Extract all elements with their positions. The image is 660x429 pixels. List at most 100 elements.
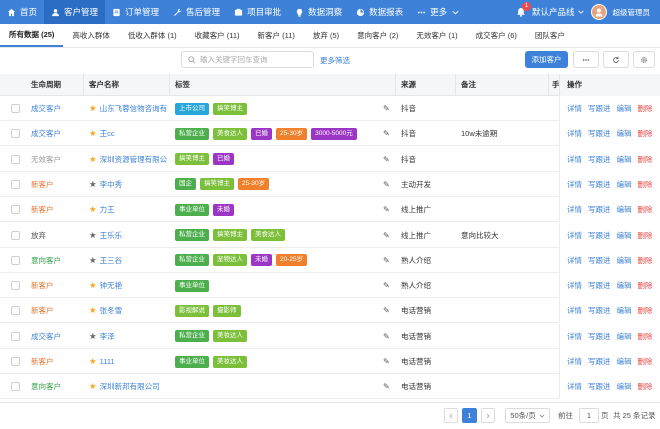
detail-link[interactable]: 详情 [567, 154, 582, 165]
notification-button[interactable]: 1 [516, 2, 531, 17]
customer-name-link[interactable]: 山东飞蓉信物咨询有 [100, 96, 168, 121]
customer-name-link[interactable]: 李泽 [100, 324, 115, 349]
row-checkbox[interactable] [11, 129, 20, 139]
star-icon[interactable]: ★ [89, 349, 97, 374]
detail-link[interactable]: 详情 [567, 280, 582, 291]
page-size-select[interactable]: 50条/页 [505, 408, 550, 423]
nav-item-6[interactable]: 数据报表 [349, 0, 410, 24]
tab-8[interactable]: 成交客户 (6) [467, 23, 526, 47]
star-icon[interactable]: ★ [89, 121, 97, 146]
detail-link[interactable]: 详情 [567, 356, 582, 367]
follow-up-link[interactable]: 写跟进 [588, 305, 611, 316]
edit-tags-icon[interactable]: ✎ [383, 172, 390, 197]
nav-item-3[interactable]: 售后管理 [166, 0, 227, 24]
nav-item-7[interactable]: 更多 [410, 0, 467, 24]
row-checkbox[interactable] [11, 306, 20, 316]
edit-link[interactable]: 编辑 [617, 305, 632, 316]
edit-link[interactable]: 编辑 [617, 179, 632, 190]
edit-tags-icon[interactable]: ✎ [383, 349, 390, 374]
edit-link[interactable]: 编辑 [617, 381, 632, 392]
follow-up-link[interactable]: 写跟进 [588, 128, 611, 139]
edit-tags-icon[interactable]: ✎ [383, 197, 390, 222]
detail-link[interactable]: 详情 [567, 179, 582, 190]
user-name[interactable]: 超级管理员 [613, 7, 651, 18]
delete-link[interactable]: 删除 [638, 230, 653, 241]
tab-0[interactable]: 所有数据 (25) [0, 23, 64, 47]
row-checkbox[interactable] [11, 357, 20, 366]
nav-item-0[interactable]: 首页 [0, 0, 44, 24]
delete-link[interactable]: 删除 [638, 128, 653, 139]
product-line-select[interactable]: 默认产品线 [532, 6, 585, 18]
customer-name-link[interactable]: 王三谷 [100, 248, 123, 273]
customer-name-link[interactable]: 1111 [100, 349, 115, 374]
tab-6[interactable]: 意向客户 (2) [348, 23, 407, 47]
row-checkbox[interactable] [11, 331, 20, 341]
settings-button[interactable] [633, 51, 655, 68]
tab-4[interactable]: 新客户 (11) [249, 23, 304, 47]
follow-up-link[interactable]: 写跟进 [588, 381, 611, 392]
edit-tags-icon[interactable]: ✎ [383, 147, 390, 172]
edit-link[interactable]: 编辑 [617, 128, 632, 139]
edit-link[interactable]: 编辑 [617, 280, 632, 291]
page-number[interactable]: 1 [462, 408, 477, 423]
row-checkbox[interactable] [11, 255, 20, 265]
customer-name-link[interactable]: 钟无艳 [100, 273, 123, 298]
star-icon[interactable]: ★ [89, 147, 97, 172]
goto-page-input[interactable]: 1 [579, 408, 599, 423]
edit-link[interactable]: 编辑 [617, 204, 632, 215]
follow-up-link[interactable]: 写跟进 [588, 179, 611, 190]
tab-1[interactable]: 高收入群体 [63, 23, 119, 47]
edit-tags-icon[interactable]: ✎ [383, 96, 390, 121]
delete-link[interactable]: 删除 [638, 154, 653, 165]
edit-link[interactable]: 编辑 [617, 331, 632, 342]
delete-link[interactable]: 删除 [638, 179, 653, 190]
detail-link[interactable]: 详情 [567, 331, 582, 342]
delete-link[interactable]: 删除 [638, 255, 653, 266]
row-checkbox[interactable] [11, 179, 20, 189]
detail-link[interactable]: 详情 [567, 128, 582, 139]
customer-name-link[interactable]: 李中秀 [100, 172, 123, 197]
row-checkbox[interactable] [11, 281, 20, 291]
tab-3[interactable]: 收藏客户 (11) [186, 23, 249, 47]
more-actions-button[interactable] [573, 51, 599, 68]
tab-7[interactable]: 无效客户 (1) [407, 23, 466, 47]
search-input[interactable] [200, 55, 310, 64]
star-icon[interactable]: ★ [89, 273, 97, 298]
detail-link[interactable]: 详情 [567, 230, 582, 241]
nav-item-5[interactable]: 数据洞察 [288, 0, 349, 24]
nav-item-2[interactable]: 订单管理 [105, 0, 166, 24]
edit-tags-icon[interactable]: ✎ [383, 374, 390, 399]
follow-up-link[interactable]: 写跟进 [588, 230, 611, 241]
detail-link[interactable]: 详情 [567, 305, 582, 316]
detail-link[interactable]: 详情 [567, 255, 582, 266]
star-icon[interactable]: ★ [89, 298, 97, 323]
star-icon[interactable]: ★ [89, 248, 97, 273]
follow-up-link[interactable]: 写跟进 [588, 204, 611, 215]
customer-name-link[interactable]: 深圳资源管理有限公 [100, 147, 168, 172]
follow-up-link[interactable]: 写跟进 [588, 255, 611, 266]
star-icon[interactable]: ★ [89, 96, 97, 121]
add-customer-button[interactable]: 添加客户 [525, 51, 568, 68]
edit-link[interactable]: 编辑 [617, 103, 632, 114]
more-filter-link[interactable]: 更多筛选 [320, 55, 350, 66]
nav-item-4[interactable]: 项目审批 [227, 0, 288, 24]
detail-link[interactable]: 详情 [567, 103, 582, 114]
customer-name-link[interactable]: 力王 [100, 197, 115, 222]
search-box[interactable] [181, 51, 314, 68]
star-icon[interactable]: ★ [89, 197, 97, 222]
star-icon[interactable]: ★ [89, 324, 97, 349]
delete-link[interactable]: 删除 [638, 331, 653, 342]
edit-tags-icon[interactable]: ✎ [383, 121, 390, 146]
edit-link[interactable]: 编辑 [617, 154, 632, 165]
delete-link[interactable]: 删除 [638, 305, 653, 316]
star-icon[interactable]: ★ [89, 223, 97, 248]
star-icon[interactable]: ★ [89, 374, 97, 399]
edit-link[interactable]: 编辑 [617, 230, 632, 241]
row-checkbox[interactable] [11, 154, 20, 164]
refresh-button[interactable] [603, 51, 629, 68]
customer-name-link[interactable]: 王cc [100, 121, 115, 146]
edit-tags-icon[interactable]: ✎ [383, 248, 390, 273]
row-checkbox[interactable] [11, 104, 20, 113]
follow-up-link[interactable]: 写跟进 [588, 356, 611, 367]
delete-link[interactable]: 删除 [638, 280, 653, 291]
